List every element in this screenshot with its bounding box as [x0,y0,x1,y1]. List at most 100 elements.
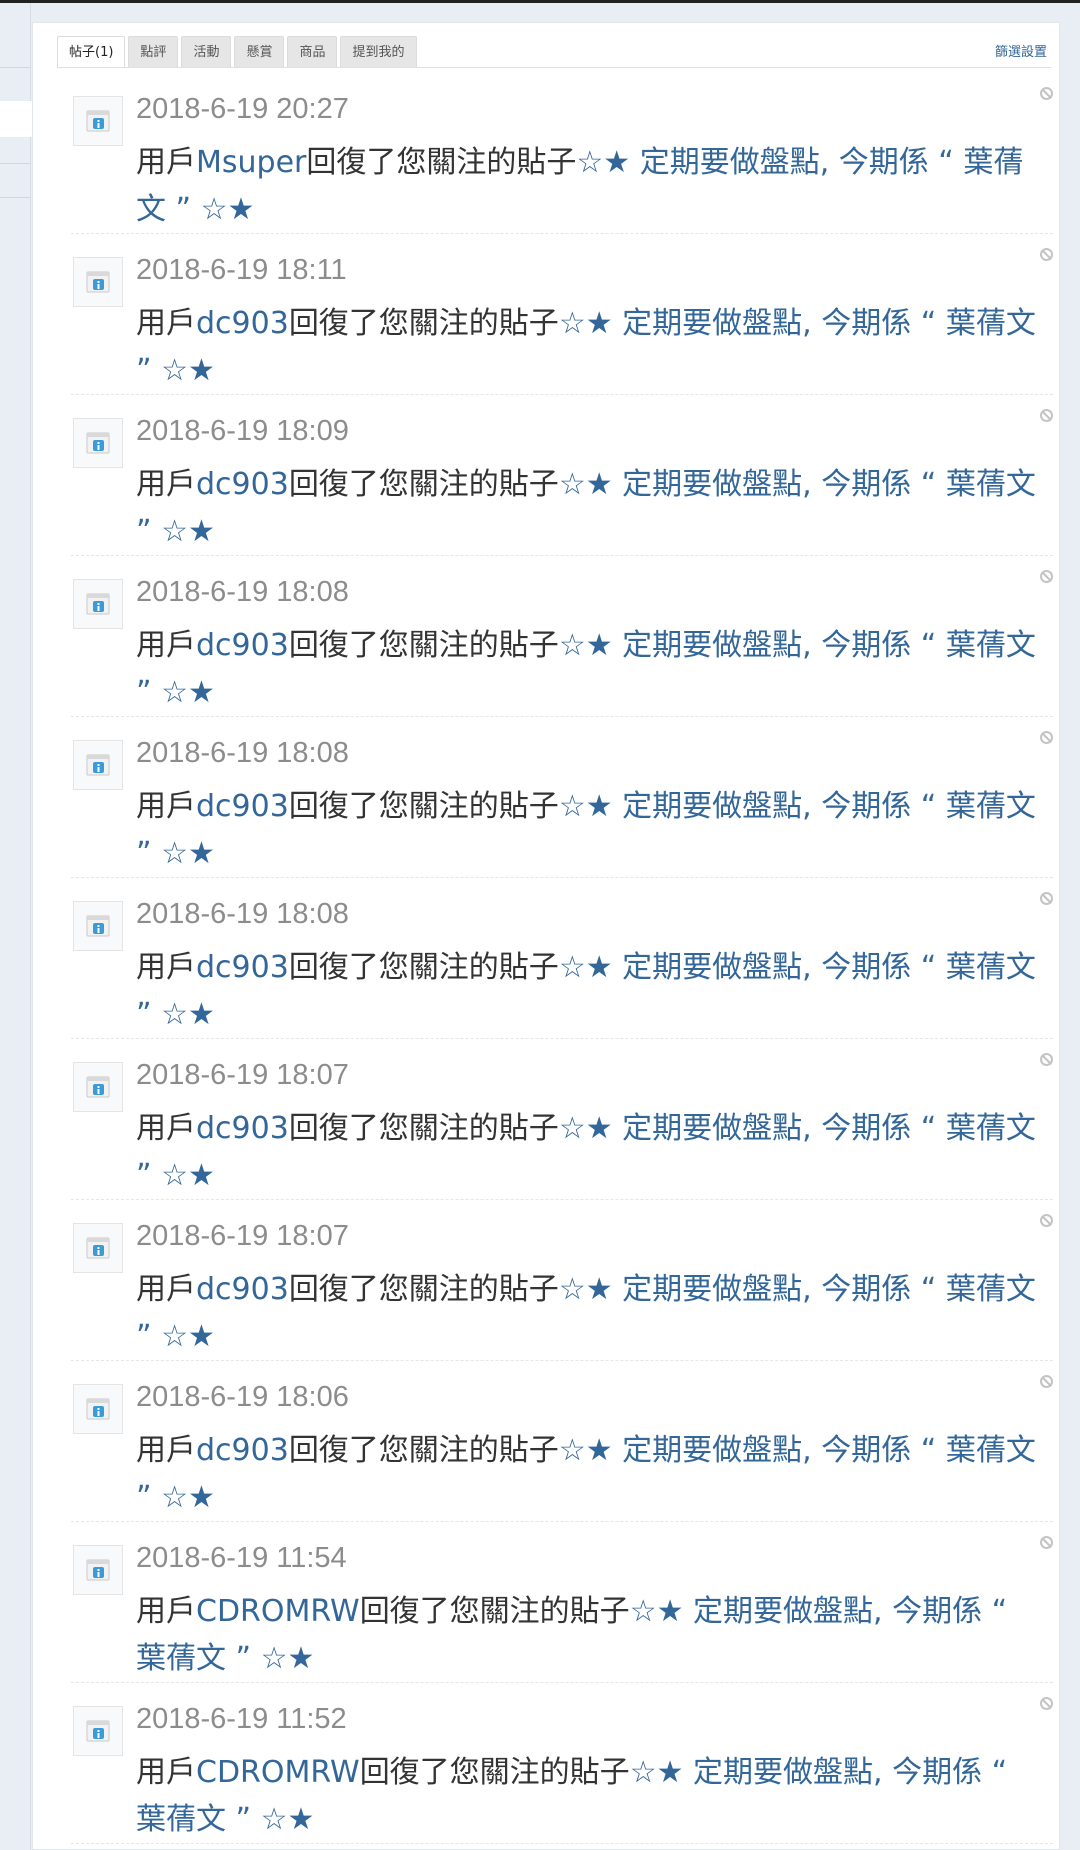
user-link[interactable]: dc903 [196,1111,289,1146]
notification-time: 2018-6-19 18:09 [136,415,349,447]
notification-item: 2018-6-19 18:07 用戶dc903回復了您關注的貼子☆★ 定期要做盤點… [71,1039,1053,1200]
notification-icon [73,1062,123,1112]
sidebar-divider [0,163,31,164]
notification-icon [73,901,123,951]
user-link[interactable]: dc903 [196,950,289,985]
notification-tabs: 帖子(1) 點評 活動 懸賞 商品 提到我的 [57,36,417,68]
notification-item: 2018-6-19 18:06 用戶dc903回復了您關注的貼子☆★ 定期要做盤點… [71,1361,1053,1522]
user-link[interactable]: dc903 [196,789,289,824]
notification-time: 2018-6-19 18:11 [136,254,347,286]
notification-time: 2018-6-19 18:07 [136,1059,349,1091]
tab-reviews[interactable]: 點評 [128,36,179,68]
notification-icon [73,1706,123,1756]
notification-time: 2018-6-19 18:08 [136,576,349,608]
user-link[interactable]: dc903 [196,467,289,502]
ignore-icon[interactable] [1040,1375,1053,1388]
notification-text: 用戶dc903回復了您關注的貼子☆★ 定期要做盤點, 今期係 “ 葉蒨文 ” ☆… [136,461,1046,555]
notification-icon [73,96,123,146]
notification-item: 2018-6-19 20:27 用戶Msuper回復了您關注的貼子☆★ 定期要做盤… [71,73,1053,234]
notification-text: 用戶CDROMRW回復了您關注的貼子☆★ 定期要做盤點, 今期係 “ 葉蒨文 ”… [136,1588,1046,1682]
user-link[interactable]: CDROMRW [196,1755,360,1790]
top-bar [0,0,1080,3]
notification-icon [73,1223,123,1273]
notification-prefix: 用戶 [136,1755,196,1790]
notification-item: 2018-6-19 18:08 用戶dc903回復了您關注的貼子☆★ 定期要做盤點… [71,878,1053,1039]
notification-prefix: 用戶 [136,467,196,502]
notification-time: 2018-6-19 11:54 [136,1542,347,1574]
notification-middle: 回復了您關注的貼子 [288,1272,559,1307]
notification-text: 用戶CDROMRW回復了您關注的貼子☆★ 定期要做盤點, 今期係 “ 葉蒨文 ”… [136,1749,1046,1843]
notification-middle: 回復了您關注的貼子 [288,789,559,824]
filter-settings-link[interactable]: 篩選設置 [995,41,1047,60]
notification-prefix: 用戶 [136,628,196,663]
ignore-icon[interactable] [1040,409,1053,422]
sidebar-divider [0,197,31,198]
notification-prefix: 用戶 [136,1594,196,1629]
notification-icon [73,1545,123,1595]
notification-middle: 回復了您關注的貼子 [288,1111,559,1146]
notification-middle: 回復了您關注的貼子 [288,467,559,502]
user-link[interactable]: dc903 [196,306,289,341]
notification-icon [73,418,123,468]
notification-middle: 回復了您關注的貼子 [359,1755,630,1790]
notification-text: 用戶dc903回復了您關注的貼子☆★ 定期要做盤點, 今期係 “ 葉蒨文 ” ☆… [136,622,1046,716]
notification-middle: 回復了您關注的貼子 [359,1594,630,1629]
tab-rewards[interactable]: 懸賞 [234,36,285,68]
notification-time: 2018-6-19 18:07 [136,1220,349,1252]
sidebar-active-item[interactable] [0,101,32,137]
notification-text: 用戶dc903回復了您關注的貼子☆★ 定期要做盤點, 今期係 “ 葉蒨文 ” ☆… [136,1266,1046,1360]
left-sidebar [0,3,32,1850]
notification-item: 2018-6-19 11:54 用戶CDROMRW回復了您關注的貼子☆★ 定期要做… [71,1522,1053,1683]
notification-time: 2018-6-19 18:06 [136,1381,349,1413]
ignore-icon[interactable] [1040,1053,1053,1066]
notification-prefix: 用戶 [136,950,196,985]
notification-middle: 回復了您關注的貼子 [306,145,577,180]
ignore-icon[interactable] [1040,1697,1053,1710]
notification-text: 用戶dc903回復了您關注的貼子☆★ 定期要做盤點, 今期係 “ 葉蒨文 ” ☆… [136,1105,1046,1199]
user-link[interactable]: dc903 [196,1433,289,1468]
user-link[interactable]: CDROMRW [196,1594,360,1629]
notification-text: 用戶dc903回復了您關注的貼子☆★ 定期要做盤點, 今期係 “ 葉蒨文 ” ☆… [136,300,1046,394]
notification-prefix: 用戶 [136,1433,196,1468]
notification-prefix: 用戶 [136,1272,196,1307]
notification-prefix: 用戶 [136,306,196,341]
notification-item: 2018-6-19 18:11 用戶dc903回復了您關注的貼子☆★ 定期要做盤點… [71,234,1053,395]
ignore-icon[interactable] [1040,892,1053,905]
notification-item: 2018-6-19 18:07 用戶dc903回復了您關注的貼子☆★ 定期要做盤點… [71,1200,1053,1361]
ignore-icon[interactable] [1040,1536,1053,1549]
notification-item: 2018-6-19 11:52 用戶CDROMRW回復了您關注的貼子☆★ 定期要做… [71,1683,1053,1844]
user-link[interactable]: Msuper [196,145,306,180]
tab-posts[interactable]: 帖子(1) [57,36,126,68]
notification-time: 2018-6-19 11:52 [136,1703,347,1735]
ignore-icon[interactable] [1040,731,1053,744]
ignore-icon[interactable] [1040,248,1053,261]
notification-item: 2018-6-19 18:09 用戶dc903回復了您關注的貼子☆★ 定期要做盤點… [71,395,1053,556]
notification-panel: 帖子(1) 點評 活動 懸賞 商品 提到我的 篩選設置 2018-6-19 20… [32,22,1060,1850]
tab-mentions[interactable]: 提到我的 [340,36,417,68]
notification-middle: 回復了您關注的貼子 [288,950,559,985]
tab-goods[interactable]: 商品 [287,36,338,68]
ignore-icon[interactable] [1040,570,1053,583]
notification-time: 2018-6-19 20:27 [136,93,349,125]
sidebar-divider [0,67,31,68]
notification-icon [73,257,123,307]
notification-time: 2018-6-19 18:08 [136,898,349,930]
notification-middle: 回復了您關注的貼子 [288,1433,559,1468]
notification-text: 用戶Msuper回復了您關注的貼子☆★ 定期要做盤點, 今期係 “ 葉蒨文 ” … [136,139,1046,233]
notification-item: 2018-6-19 18:08 用戶dc903回復了您關注的貼子☆★ 定期要做盤點… [71,556,1053,717]
notification-item: 2018-6-19 18:08 用戶dc903回復了您關注的貼子☆★ 定期要做盤點… [71,717,1053,878]
ignore-icon[interactable] [1040,87,1053,100]
user-link[interactable]: dc903 [196,628,289,663]
tabs-divider [57,67,1051,68]
notification-text: 用戶dc903回復了您關注的貼子☆★ 定期要做盤點, 今期係 “ 葉蒨文 ” ☆… [136,783,1046,877]
notification-prefix: 用戶 [136,145,196,180]
notification-icon [73,1384,123,1434]
ignore-icon[interactable] [1040,1214,1053,1227]
notification-text: 用戶dc903回復了您關注的貼子☆★ 定期要做盤點, 今期係 “ 葉蒨文 ” ☆… [136,1427,1046,1521]
notification-icon [73,579,123,629]
notification-middle: 回復了您關注的貼子 [288,628,559,663]
notification-middle: 回復了您關注的貼子 [288,306,559,341]
tab-events[interactable]: 活動 [181,36,232,68]
user-link[interactable]: dc903 [196,1272,289,1307]
notification-list: 2018-6-19 20:27 用戶Msuper回復了您關注的貼子☆★ 定期要做盤… [71,73,1053,1844]
